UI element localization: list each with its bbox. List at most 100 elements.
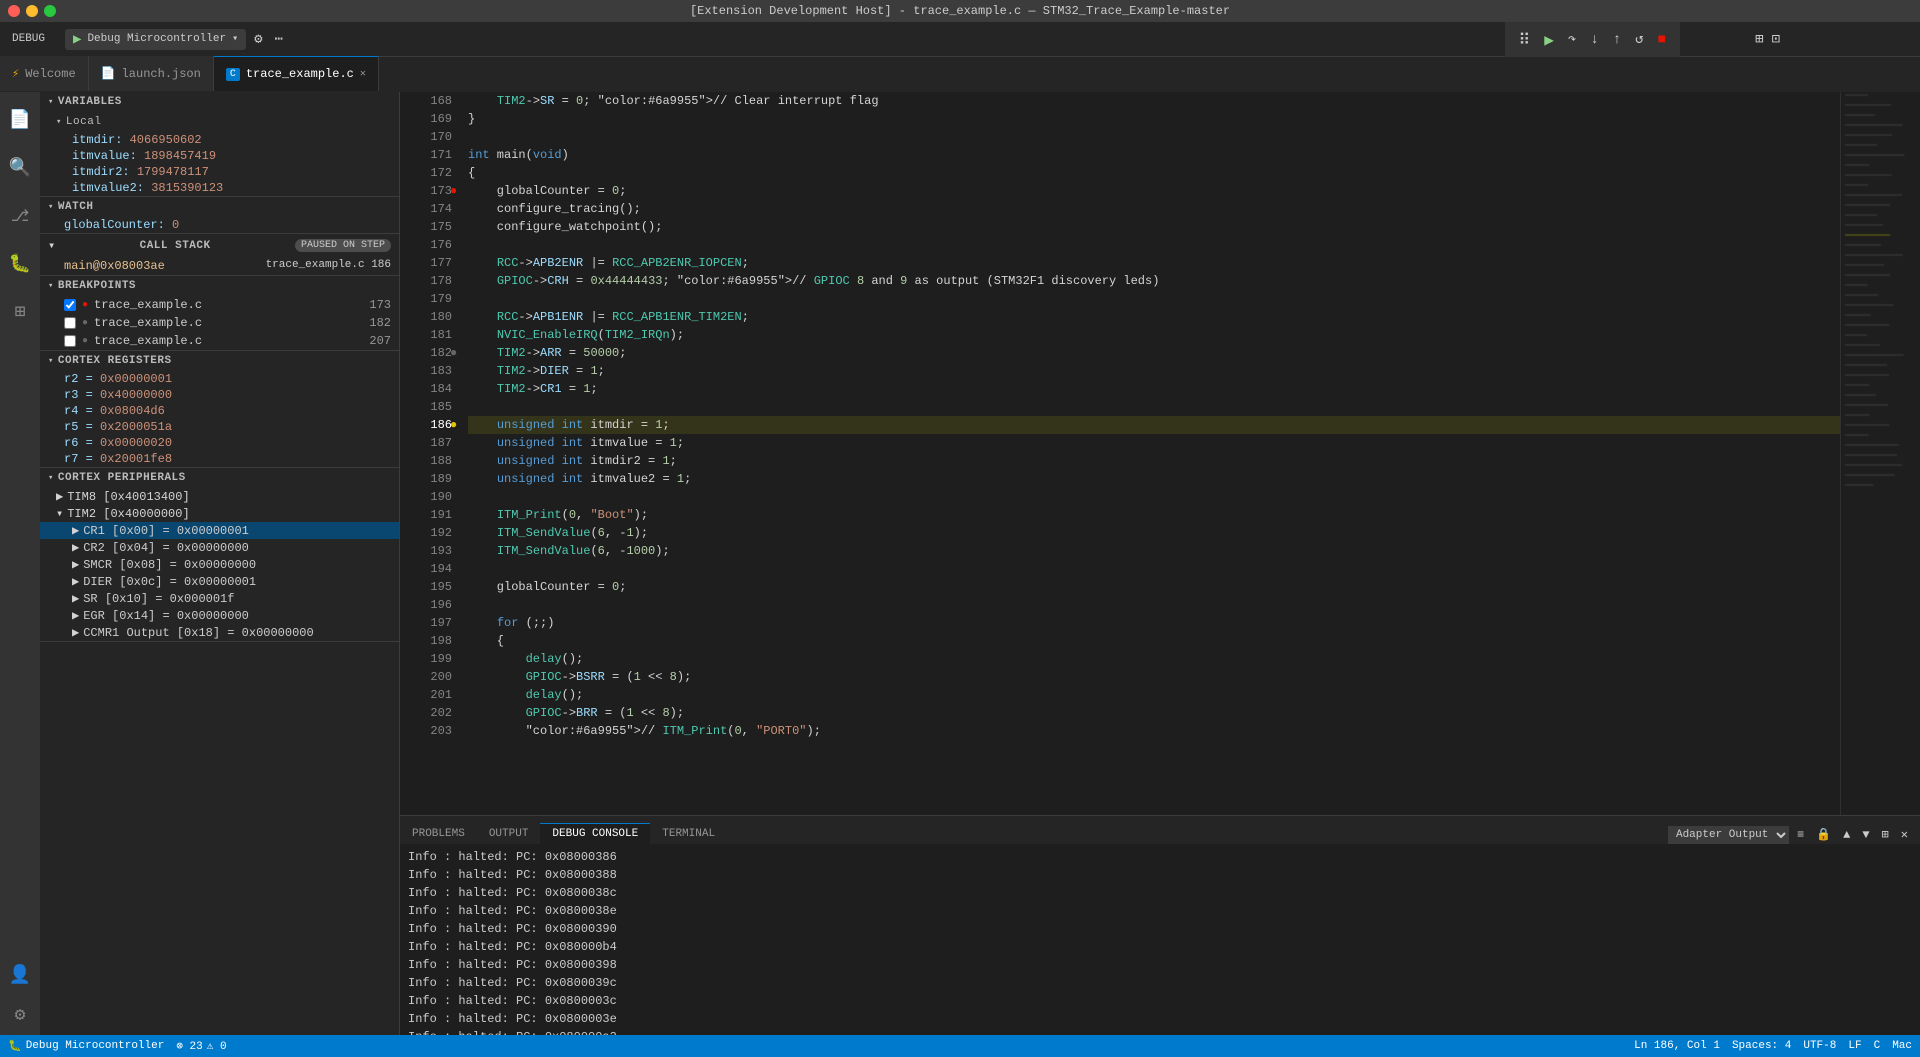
periph-egr[interactable]: ▶ EGR [0x14] = 0x00000000 — [40, 607, 399, 624]
code-line-192[interactable]: ITM_SendValue(6, -1); — [468, 524, 1840, 542]
close-button[interactable] — [8, 5, 20, 17]
local-header[interactable]: ▾ Local — [48, 112, 399, 132]
code-line-181[interactable]: NVIC_EnableIRQ(TIM2_IRQn); — [468, 326, 1840, 344]
eol-status[interactable]: LF — [1848, 1040, 1861, 1052]
settings-button[interactable]: ⚙ — [250, 29, 266, 50]
code-line-199[interactable]: delay(); — [468, 650, 1840, 668]
periph-ccmr1[interactable]: ▶ CCMR1 Output [0x18] = 0x00000000 — [40, 624, 399, 641]
source-control-icon[interactable]: ⎇ — [0, 196, 40, 236]
bp-checkbox-0[interactable] — [64, 299, 76, 311]
close-panel-icon[interactable]: ✕ — [1897, 825, 1912, 844]
periph-tim8[interactable]: ▶ TIM8 [0x40013400] — [40, 488, 399, 505]
layout-icon[interactable]: ⊡ — [1772, 31, 1780, 48]
minimap[interactable] — [1840, 92, 1920, 815]
tab-output[interactable]: OUTPUT — [477, 824, 541, 844]
account-icon[interactable]: 👤 — [0, 955, 40, 995]
periph-tim2[interactable]: ▾ TIM2 [0x40000000] — [40, 505, 399, 522]
code-line-189[interactable]: unsigned int itmvalue2 = 1; — [468, 470, 1840, 488]
tab-welcome[interactable]: ⚡ Welcome — [0, 56, 89, 91]
code-line-196[interactable] — [468, 596, 1840, 614]
periph-cr1[interactable]: ▶ CR1 [0x00] = 0x00000001 — [40, 522, 399, 539]
periph-cr2[interactable]: ▶ CR2 [0x04] = 0x00000000 — [40, 539, 399, 556]
code-line-178[interactable]: GPIOC->CRH = 0x44444433; "color:#6a9955"… — [468, 272, 1840, 290]
play-button[interactable]: ▶ — [73, 31, 81, 48]
periph-dier[interactable]: ▶ DIER [0x0c] = 0x00000001 — [40, 573, 399, 590]
step-over-button[interactable]: ↷ — [1562, 27, 1582, 52]
ln-col-status[interactable]: Ln 186, Col 1 — [1634, 1040, 1720, 1052]
code-line-202[interactable]: GPIOC->BRR = (1 << 8); — [468, 704, 1840, 722]
step-back-button[interactable]: ↺ — [1629, 27, 1649, 52]
debug-config[interactable]: ▶ Debug Microcontroller ▾ — [65, 29, 246, 50]
variables-header[interactable]: ▾ VARIABLES — [40, 92, 399, 112]
periph-sr[interactable]: ▶ SR [0x10] = 0x000001f — [40, 590, 399, 607]
code-scroll[interactable]: 1681691701711721731741751761771781791801… — [400, 92, 1840, 815]
tab-terminal[interactable]: TERMINAL — [650, 824, 727, 844]
bp-checkbox-2[interactable] — [64, 335, 76, 347]
code-line-174[interactable]: configure_tracing(); — [468, 200, 1840, 218]
debug-status[interactable]: 🐛 Debug Microcontroller — [8, 1039, 164, 1053]
settings-icon[interactable]: ⚙ — [0, 995, 40, 1035]
debug-icon[interactable]: 🐛 — [0, 244, 40, 284]
tab-trace[interactable]: C trace_example.c ✕ — [214, 56, 379, 91]
bp-item-1[interactable]: ● trace_example.c 182 — [40, 314, 399, 332]
breakpoints-header[interactable]: ▾ BREAKPOINTS — [40, 276, 399, 296]
lang-status[interactable]: C — [1874, 1040, 1881, 1052]
code-line-198[interactable]: { — [468, 632, 1840, 650]
code-line-193[interactable]: ITM_SendValue(6, -1000); — [468, 542, 1840, 560]
filter-icon[interactable]: ≡ — [1793, 826, 1808, 844]
code-line-197[interactable]: for (;;) — [468, 614, 1840, 632]
code-line-200[interactable]: GPIOC->BSRR = (1 << 8); — [468, 668, 1840, 686]
code-line-201[interactable]: delay(); — [468, 686, 1840, 704]
code-line-169[interactable]: } — [468, 110, 1840, 128]
more-button[interactable]: ⋯ — [271, 29, 287, 50]
code-line-195[interactable]: globalCounter = 0; — [468, 578, 1840, 596]
tab-debug-console[interactable]: DEBUG CONSOLE — [540, 823, 650, 844]
watch-header[interactable]: ▾ WATCH — [40, 197, 399, 217]
code-line-186[interactable]: ● unsigned int itmdir = 1; — [468, 416, 1840, 434]
stop-button[interactable]: ■ — [1652, 28, 1672, 52]
step-out-button[interactable]: ↑ — [1607, 28, 1627, 52]
bottom-content[interactable]: Info : halted: PC: 0x08000386Info : halt… — [400, 844, 1920, 1035]
split-editor-icon[interactable]: ⊞ — [1755, 31, 1763, 48]
code-line-184[interactable]: TIM2->CR1 = 1; — [468, 380, 1840, 398]
code-line-185[interactable] — [468, 398, 1840, 416]
search-icon[interactable]: 🔍 — [0, 148, 40, 188]
encoding-status[interactable]: UTF-8 — [1803, 1040, 1836, 1052]
code-line-190[interactable] — [468, 488, 1840, 506]
code-line-171[interactable]: int main(void) — [468, 146, 1840, 164]
split-panel-icon[interactable]: ⊞ — [1878, 825, 1893, 844]
tab-close-button[interactable]: ✕ — [360, 68, 366, 80]
code-line-191[interactable]: ITM_Print(0, "Boot"); — [468, 506, 1840, 524]
continue-button[interactable]: ▶ — [1538, 26, 1560, 54]
output-filter-select[interactable]: Adapter Output — [1668, 826, 1789, 844]
cortex-peripherals-header[interactable]: ▾ CORTEX PERIPHERALS — [40, 468, 399, 488]
code-line-173[interactable]: ● globalCounter = 0; — [468, 182, 1840, 200]
cortex-registers-header[interactable]: ▾ CORTEX REGISTERS — [40, 351, 399, 371]
errors-status[interactable]: ⊗ 23 ⚠ 0 — [176, 1039, 226, 1053]
minimize-button[interactable] — [26, 5, 38, 17]
tab-launch[interactable]: 📄 launch.json — [89, 56, 214, 91]
extensions-icon[interactable]: ⊞ — [0, 292, 40, 332]
code-line-176[interactable] — [468, 236, 1840, 254]
spaces-status[interactable]: Spaces: 4 — [1732, 1040, 1791, 1052]
code-text-area[interactable]: TIM2->SR = 0; "color:#6a9955">// Clear i… — [460, 92, 1840, 740]
periph-smcr[interactable]: ▶ SMCR [0x08] = 0x00000000 — [40, 556, 399, 573]
callstack-header[interactable]: ▾ CALL STACK PAUSED ON STEP — [40, 234, 399, 257]
callstack-item[interactable]: main@0x08003ae trace_example.c 186 — [40, 257, 399, 275]
code-line-179[interactable] — [468, 290, 1840, 308]
scroll-down-icon[interactable]: ▼ — [1858, 826, 1873, 844]
code-line-194[interactable] — [468, 560, 1840, 578]
code-line-183[interactable]: TIM2->DIER = 1; — [468, 362, 1840, 380]
code-line-182[interactable]: ● TIM2->ARR = 50000; — [468, 344, 1840, 362]
tab-problems[interactable]: PROBLEMS — [400, 824, 477, 844]
code-line-177[interactable]: RCC->APB2ENR |= RCC_APB2ENR_IOPCEN; — [468, 254, 1840, 272]
lock-icon[interactable]: 🔒 — [1812, 825, 1835, 844]
bp-item-0[interactable]: ● trace_example.c 173 — [40, 296, 399, 314]
step-into-button[interactable]: ↓ — [1584, 28, 1604, 52]
code-line-168[interactable]: TIM2->SR = 0; "color:#6a9955">// Clear i… — [468, 92, 1840, 110]
bp-item-2[interactable]: ● trace_example.c 207 — [40, 332, 399, 350]
code-line-172[interactable]: { — [468, 164, 1840, 182]
code-line-188[interactable]: unsigned int itmdir2 = 1; — [468, 452, 1840, 470]
config-dropdown-icon[interactable]: ▾ — [232, 33, 238, 45]
continue-icon[interactable]: ⠿ — [1513, 26, 1537, 54]
